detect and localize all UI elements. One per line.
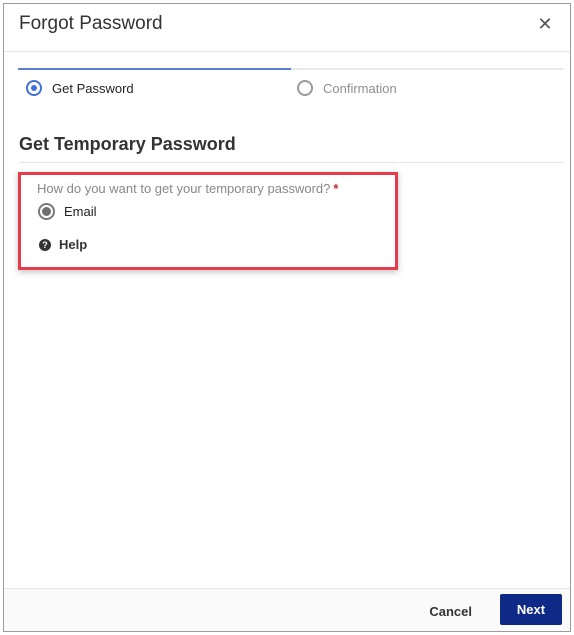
step-active-radio-icon (26, 80, 42, 96)
next-button[interactable]: Next (500, 594, 562, 625)
step-label: Confirmation (323, 80, 397, 96)
dialog-header: Forgot Password ✕ (4, 4, 570, 52)
step-label: Get Password (52, 80, 134, 96)
forgot-password-dialog: Forgot Password ✕ Get Password Confirmat… (3, 3, 571, 632)
section-divider (19, 162, 564, 163)
highlight-annotation-box (18, 172, 398, 270)
stepper: Get Password Confirmation (18, 68, 563, 108)
step-get-password[interactable]: Get Password (26, 80, 134, 96)
stepper-progress (18, 68, 291, 70)
cancel-button[interactable]: Cancel (423, 597, 478, 625)
close-icon[interactable]: ✕ (534, 13, 556, 35)
section-title: Get Temporary Password (19, 134, 236, 154)
dialog-title: Forgot Password (19, 13, 163, 34)
dialog-footer: Cancel Next (4, 588, 570, 631)
step-confirmation[interactable]: Confirmation (297, 80, 397, 96)
step-inactive-radio-icon (297, 80, 313, 96)
